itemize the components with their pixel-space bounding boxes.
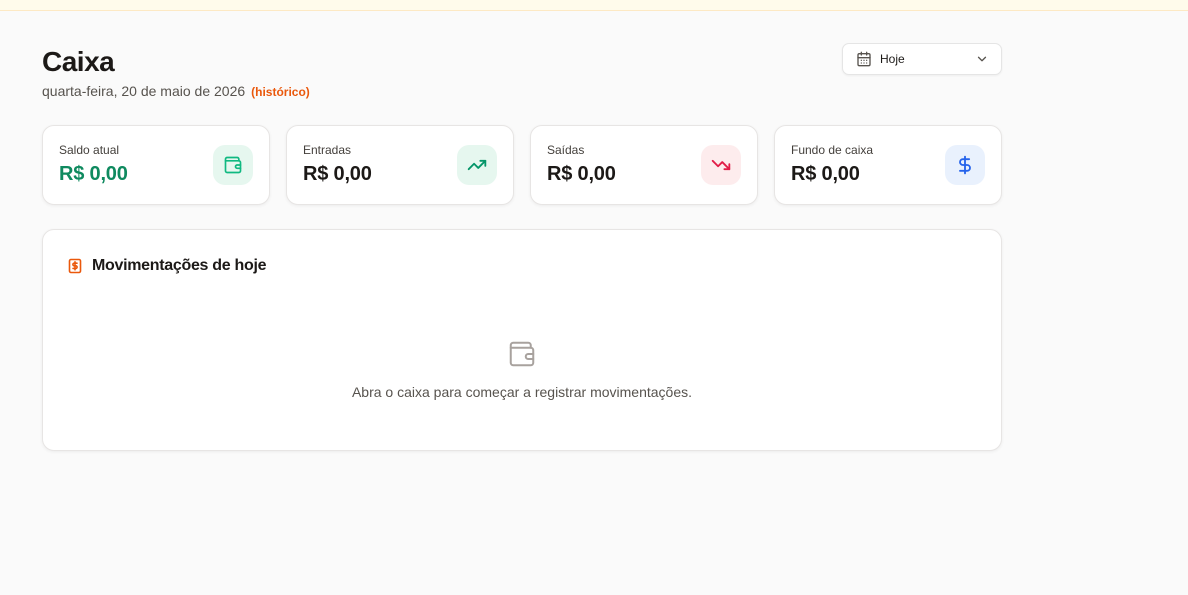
wallet-icon <box>507 339 537 369</box>
movements-title: Movimentações de hoje <box>92 257 267 274</box>
movements-panel: Movimentações de hoje Abra o caixa para … <box>42 229 1002 451</box>
period-select[interactable]: Hoje <box>842 43 1002 75</box>
summary-cards: Saldo atual R$ 0,00 Entradas R$ 0,00 Saí… <box>42 125 1002 205</box>
card-label: Saídas <box>547 143 585 157</box>
trending-up-icon <box>457 145 497 185</box>
calendar-icon <box>856 51 872 67</box>
history-link[interactable]: (histórico) <box>251 85 310 99</box>
card-saidas: Saídas R$ 0,00 <box>530 125 758 205</box>
card-value: R$ 0,00 <box>59 163 128 185</box>
dollar-sign-icon <box>945 145 985 185</box>
receipt-icon <box>68 258 82 274</box>
wallet-icon <box>213 145 253 185</box>
card-fundo-de-caixa: Fundo de caixa R$ 0,00 <box>774 125 1002 205</box>
card-value: R$ 0,00 <box>791 163 860 185</box>
card-entradas: Entradas R$ 0,00 <box>286 125 514 205</box>
current-date: quarta-feira, 20 de maio de 2026 <box>42 83 246 99</box>
movements-header: Movimentações de hoje <box>68 257 267 275</box>
chevron-down-icon <box>975 52 989 66</box>
page-title: Caixa <box>42 46 115 77</box>
card-value: R$ 0,00 <box>547 163 616 185</box>
period-select-value: Hoje <box>880 52 905 66</box>
card-label: Entradas <box>303 143 352 157</box>
card-saldo-atual: Saldo atual R$ 0,00 <box>42 125 270 205</box>
top-banner <box>0 0 1188 11</box>
empty-state-message: Abra o caixa para começar a registrar mo… <box>351 384 693 400</box>
trending-down-icon <box>701 145 741 185</box>
card-label: Fundo de caixa <box>791 143 874 157</box>
card-label: Saldo atual <box>59 143 120 157</box>
page-subtitle: quarta-feira, 20 de maio de 2026 (históri… <box>42 82 310 101</box>
card-value: R$ 0,00 <box>303 163 372 185</box>
